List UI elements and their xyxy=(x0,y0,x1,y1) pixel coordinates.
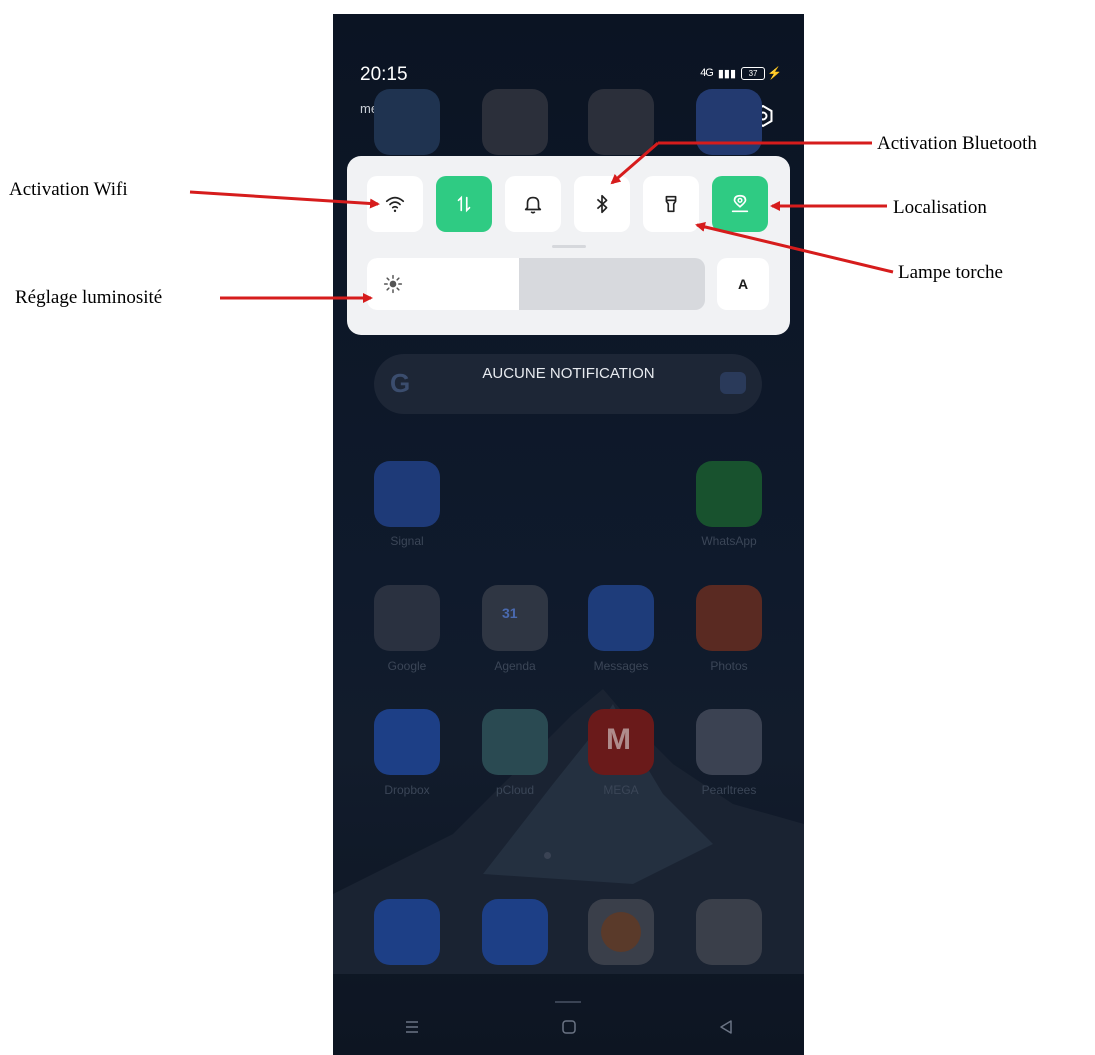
mobile-data-icon xyxy=(457,195,471,213)
status-time: 20:15 xyxy=(360,64,408,85)
pcloud-app-icon[interactable] xyxy=(482,709,548,775)
calendar-app-icon[interactable]: 31 xyxy=(482,585,548,651)
wifi-icon xyxy=(385,196,405,213)
calendar-icon: 31 xyxy=(502,605,518,621)
wifi-callout: Activation Wifi xyxy=(9,179,128,200)
google-folder-icon[interactable] xyxy=(374,585,440,651)
location-callout: Localisation xyxy=(893,197,987,218)
chrome-app-icon[interactable] xyxy=(588,899,654,965)
dropbox-app-icon[interactable] xyxy=(374,709,440,775)
qr-app-icon[interactable] xyxy=(588,89,654,155)
signal-app-icon[interactable] xyxy=(374,461,440,527)
page-indicator xyxy=(544,852,551,859)
auto-brightness-button[interactable]: A xyxy=(717,258,769,310)
panel-drag-handle[interactable] xyxy=(552,245,586,248)
camera-app-icon[interactable] xyxy=(696,899,762,965)
mega-icon: M xyxy=(606,723,631,756)
navigation-bar xyxy=(333,999,804,1055)
contacts-app-icon[interactable] xyxy=(482,899,548,965)
google-search-bar[interactable]: G xyxy=(374,354,762,414)
bluetooth-tile[interactable] xyxy=(574,176,630,232)
app-label: Agenda xyxy=(494,659,536,673)
qr-app-icon[interactable] xyxy=(482,89,548,155)
battery-icon: 37 xyxy=(741,66,766,80)
bell-icon xyxy=(524,196,542,214)
brightness-callout: Réglage luminosité xyxy=(15,287,163,308)
app-icon[interactable] xyxy=(696,89,762,155)
app-label: Signal xyxy=(390,534,424,548)
signal-bars-icon: ▮▮▮ xyxy=(717,67,737,80)
bluetooth-callout: Activation Bluetooth xyxy=(877,133,1037,154)
status-icons: 4G ▮▮▮ 37 ⚡ xyxy=(700,66,782,80)
app-label: Dropbox xyxy=(384,783,430,797)
sound-tile[interactable] xyxy=(505,176,561,232)
messages-app-icon[interactable] xyxy=(588,585,654,651)
mega-app-icon[interactable]: M xyxy=(588,709,654,775)
phone-app-icon[interactable] xyxy=(374,899,440,965)
wifi-tile[interactable] xyxy=(367,176,423,232)
flashlight-tile[interactable] xyxy=(643,176,699,232)
location-tile[interactable] xyxy=(712,176,768,232)
quick-settings-panel: A xyxy=(347,156,790,335)
back-icon[interactable] xyxy=(717,1018,735,1036)
home-icon[interactable] xyxy=(560,1018,578,1036)
photos-app-icon[interactable] xyxy=(696,585,762,651)
mobile-data-tile[interactable] xyxy=(436,176,492,232)
brightness-slider[interactable] xyxy=(367,258,705,310)
menu-icon[interactable] xyxy=(403,1018,421,1036)
pearltrees-app-icon[interactable] xyxy=(696,709,762,775)
chrome-icon xyxy=(601,912,641,952)
no-notification-text: AUCUNE NOTIFICATION xyxy=(482,365,655,382)
signal-icon: 4G xyxy=(700,67,714,79)
app-label: Pearltrees xyxy=(701,783,757,797)
app-label: pCloud xyxy=(495,783,535,797)
app-label: MEGA xyxy=(603,783,639,797)
app-label: Photos xyxy=(710,659,748,673)
app-icon[interactable] xyxy=(374,89,440,155)
location-icon xyxy=(731,194,749,213)
charging-icon: ⚡ xyxy=(767,66,782,80)
bluetooth-icon xyxy=(596,194,608,214)
flashlight-icon xyxy=(665,195,677,213)
sun-icon xyxy=(383,274,403,294)
flashlight-callout: Lampe torche xyxy=(898,262,1003,283)
phone-screen: 20:15 mer. 3 nov. 4G ▮▮▮ 37 ⚡ xyxy=(333,14,804,1055)
app-label: Google xyxy=(387,659,427,673)
app-label: WhatsApp xyxy=(701,534,757,548)
app-label: Messages xyxy=(593,659,649,673)
whatsapp-app-icon[interactable] xyxy=(696,461,762,527)
